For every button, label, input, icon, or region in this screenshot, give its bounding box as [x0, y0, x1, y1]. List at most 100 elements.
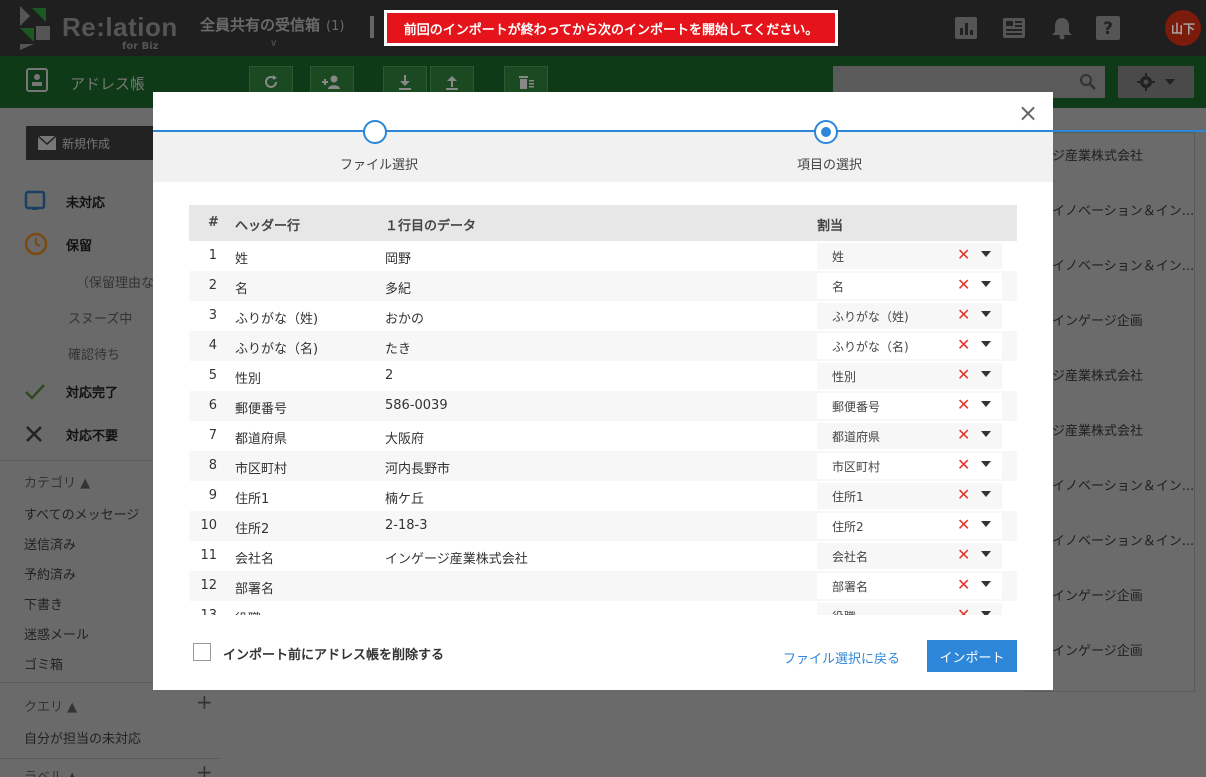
- import-button[interactable]: インポート: [927, 640, 1017, 672]
- list-item[interactable]: インゲージ企画: [1052, 640, 1143, 659]
- add-label-icon[interactable]: +: [196, 760, 213, 777]
- list-item[interactable]: イノベーション＆イン...: [1052, 255, 1194, 274]
- table-row: 9 住所1 楠ケ丘 住所1 ✕: [189, 481, 1017, 511]
- step-label-fields: 項目の選択: [797, 158, 863, 173]
- assign-select[interactable]: 性別 ✕: [817, 363, 1002, 389]
- assign-select[interactable]: 郵便番号 ✕: [817, 393, 1002, 419]
- dropdown-icon[interactable]: [981, 461, 991, 467]
- list-item[interactable]: ジ産業株式会社: [1052, 420, 1143, 439]
- delete-before-import-label[interactable]: インポート前にアドレス帳を削除する: [223, 644, 444, 663]
- report-icon[interactable]: [952, 14, 980, 42]
- close-icon[interactable]: ×: [1015, 100, 1041, 126]
- table-row: 6 郵便番号 586-0039 郵便番号 ✕: [189, 391, 1017, 421]
- sidebar-divider: [0, 758, 220, 759]
- assign-select[interactable]: 都道府県 ✕: [817, 423, 1002, 449]
- remove-icon[interactable]: ✕: [957, 517, 970, 533]
- row-number: 4: [208, 338, 217, 353]
- sidebar-item-not-required[interactable]: 対応不要: [24, 424, 118, 444]
- dropdown-icon[interactable]: [981, 371, 991, 377]
- column-header-header-row: ヘッダー行: [235, 219, 301, 234]
- row-header: 市区町村: [235, 462, 288, 477]
- dropdown-icon[interactable]: [981, 551, 991, 557]
- row-header: 住所1: [235, 492, 270, 507]
- assign-select[interactable]: ふりがな（名) ✕: [817, 333, 1002, 359]
- dropdown-icon[interactable]: [981, 401, 991, 407]
- sidebar-item-pending-confirm[interactable]: 確認待ち: [68, 344, 120, 363]
- help-icon[interactable]: ?: [1094, 14, 1122, 42]
- assign-select[interactable]: 会社名 ✕: [817, 543, 1002, 569]
- sidebar-item-done[interactable]: 対応完了: [24, 382, 118, 401]
- sidebar-item-unhandled[interactable]: 未対応: [24, 190, 105, 212]
- list-item[interactable]: ジ産業株式会社: [1052, 145, 1143, 164]
- assign-select[interactable]: 住所1 ✕: [817, 483, 1002, 509]
- remove-icon[interactable]: ✕: [957, 337, 970, 353]
- remove-icon[interactable]: ✕: [957, 457, 970, 473]
- remove-icon[interactable]: ✕: [957, 547, 970, 563]
- sidebar-item-hold[interactable]: 保留: [24, 232, 92, 256]
- dropdown-icon[interactable]: [981, 311, 991, 317]
- list-item[interactable]: イノベーション＆イン...: [1052, 530, 1194, 549]
- remove-icon[interactable]: ✕: [957, 277, 970, 293]
- sidebar-query-my-unhandled[interactable]: 自分が担当の未対応: [24, 728, 141, 747]
- compose-button[interactable]: 新規作成: [26, 126, 156, 160]
- list-item[interactable]: イノベーション＆イン...: [1052, 200, 1194, 219]
- settings-button[interactable]: [1118, 66, 1194, 98]
- dropdown-icon[interactable]: [981, 251, 991, 257]
- dropdown-icon[interactable]: [981, 281, 991, 287]
- assign-select[interactable]: 住所2 ✕: [817, 513, 1002, 539]
- chevron-down-icon[interactable]: ∨: [270, 38, 277, 49]
- dropdown-icon[interactable]: [981, 521, 991, 527]
- remove-icon[interactable]: ✕: [957, 607, 970, 616]
- list-item[interactable]: インゲージ企画: [1052, 585, 1143, 604]
- dashboard-icon[interactable]: [1000, 14, 1028, 42]
- remove-icon[interactable]: ✕: [957, 577, 970, 593]
- list-item[interactable]: ジ産業株式会社: [1052, 365, 1143, 384]
- assign-select[interactable]: ふりがな（姓) ✕: [817, 303, 1002, 329]
- sidebar-item-snooze[interactable]: スヌーズ中: [68, 308, 132, 327]
- row-number: 7: [208, 428, 217, 443]
- app-logo[interactable]: Re:lation for Biz: [16, 6, 186, 52]
- assign-select[interactable]: 市区町村 ✕: [817, 453, 1002, 479]
- add-query-icon[interactable]: +: [196, 690, 213, 714]
- dropdown-icon[interactable]: [981, 491, 991, 497]
- remove-icon[interactable]: ✕: [957, 397, 970, 413]
- remove-icon[interactable]: ✕: [957, 307, 970, 323]
- row-number: 2: [208, 278, 217, 293]
- sidebar-category-trash[interactable]: ゴミ箱: [24, 654, 63, 673]
- category-header[interactable]: カテゴリ ▲: [24, 472, 90, 491]
- dropdown-icon[interactable]: [981, 341, 991, 347]
- delete-before-import-checkbox[interactable]: [193, 643, 211, 661]
- sidebar-category-sent[interactable]: 送信済み: [24, 534, 76, 553]
- remove-icon[interactable]: ✕: [957, 427, 970, 443]
- assign-select[interactable]: 名 ✕: [817, 273, 1002, 299]
- list-item[interactable]: インゲージ企画: [1052, 310, 1143, 329]
- row-data: 586-0039: [385, 398, 448, 413]
- sidebar-category-spam[interactable]: 迷惑メール: [24, 624, 89, 643]
- assign-select[interactable]: 部署名 ✕: [817, 573, 1002, 599]
- dropdown-icon[interactable]: [981, 581, 991, 587]
- dropdown-icon[interactable]: [981, 431, 991, 437]
- clock-icon: [24, 232, 48, 256]
- sidebar-category-all[interactable]: すべてのメッセージ: [24, 504, 139, 523]
- list-item[interactable]: イノベーション＆イン...: [1052, 475, 1194, 494]
- back-to-file-select-link[interactable]: ファイル選択に戻る: [783, 648, 900, 667]
- remove-icon[interactable]: ✕: [957, 247, 970, 263]
- section-title: アドレス帳: [70, 75, 146, 93]
- table-row: 5 性別 2 性別 ✕: [189, 361, 1017, 391]
- user-avatar[interactable]: 山下: [1165, 10, 1201, 46]
- query-header[interactable]: クエリ ▲: [24, 696, 77, 715]
- remove-icon[interactable]: ✕: [957, 367, 970, 383]
- dropdown-icon[interactable]: [981, 611, 991, 615]
- sidebar-category-scheduled[interactable]: 予約済み: [24, 564, 76, 583]
- remove-icon[interactable]: ✕: [957, 487, 970, 503]
- search-icon[interactable]: [1079, 73, 1097, 91]
- label-header[interactable]: ラベル ▲: [24, 766, 77, 777]
- assign-select[interactable]: 役職 ✕: [817, 603, 1002, 615]
- sidebar-category-drafts[interactable]: 下書き: [24, 594, 63, 613]
- assign-select[interactable]: 姓 ✕: [817, 243, 1002, 269]
- stepper-background: [153, 132, 1053, 182]
- bell-icon[interactable]: [1048, 14, 1076, 42]
- stepper-line: [153, 130, 1053, 132]
- inbox-selector[interactable]: 全員共有の受信箱 (1): [200, 14, 344, 35]
- row-header: 姓: [235, 252, 249, 267]
